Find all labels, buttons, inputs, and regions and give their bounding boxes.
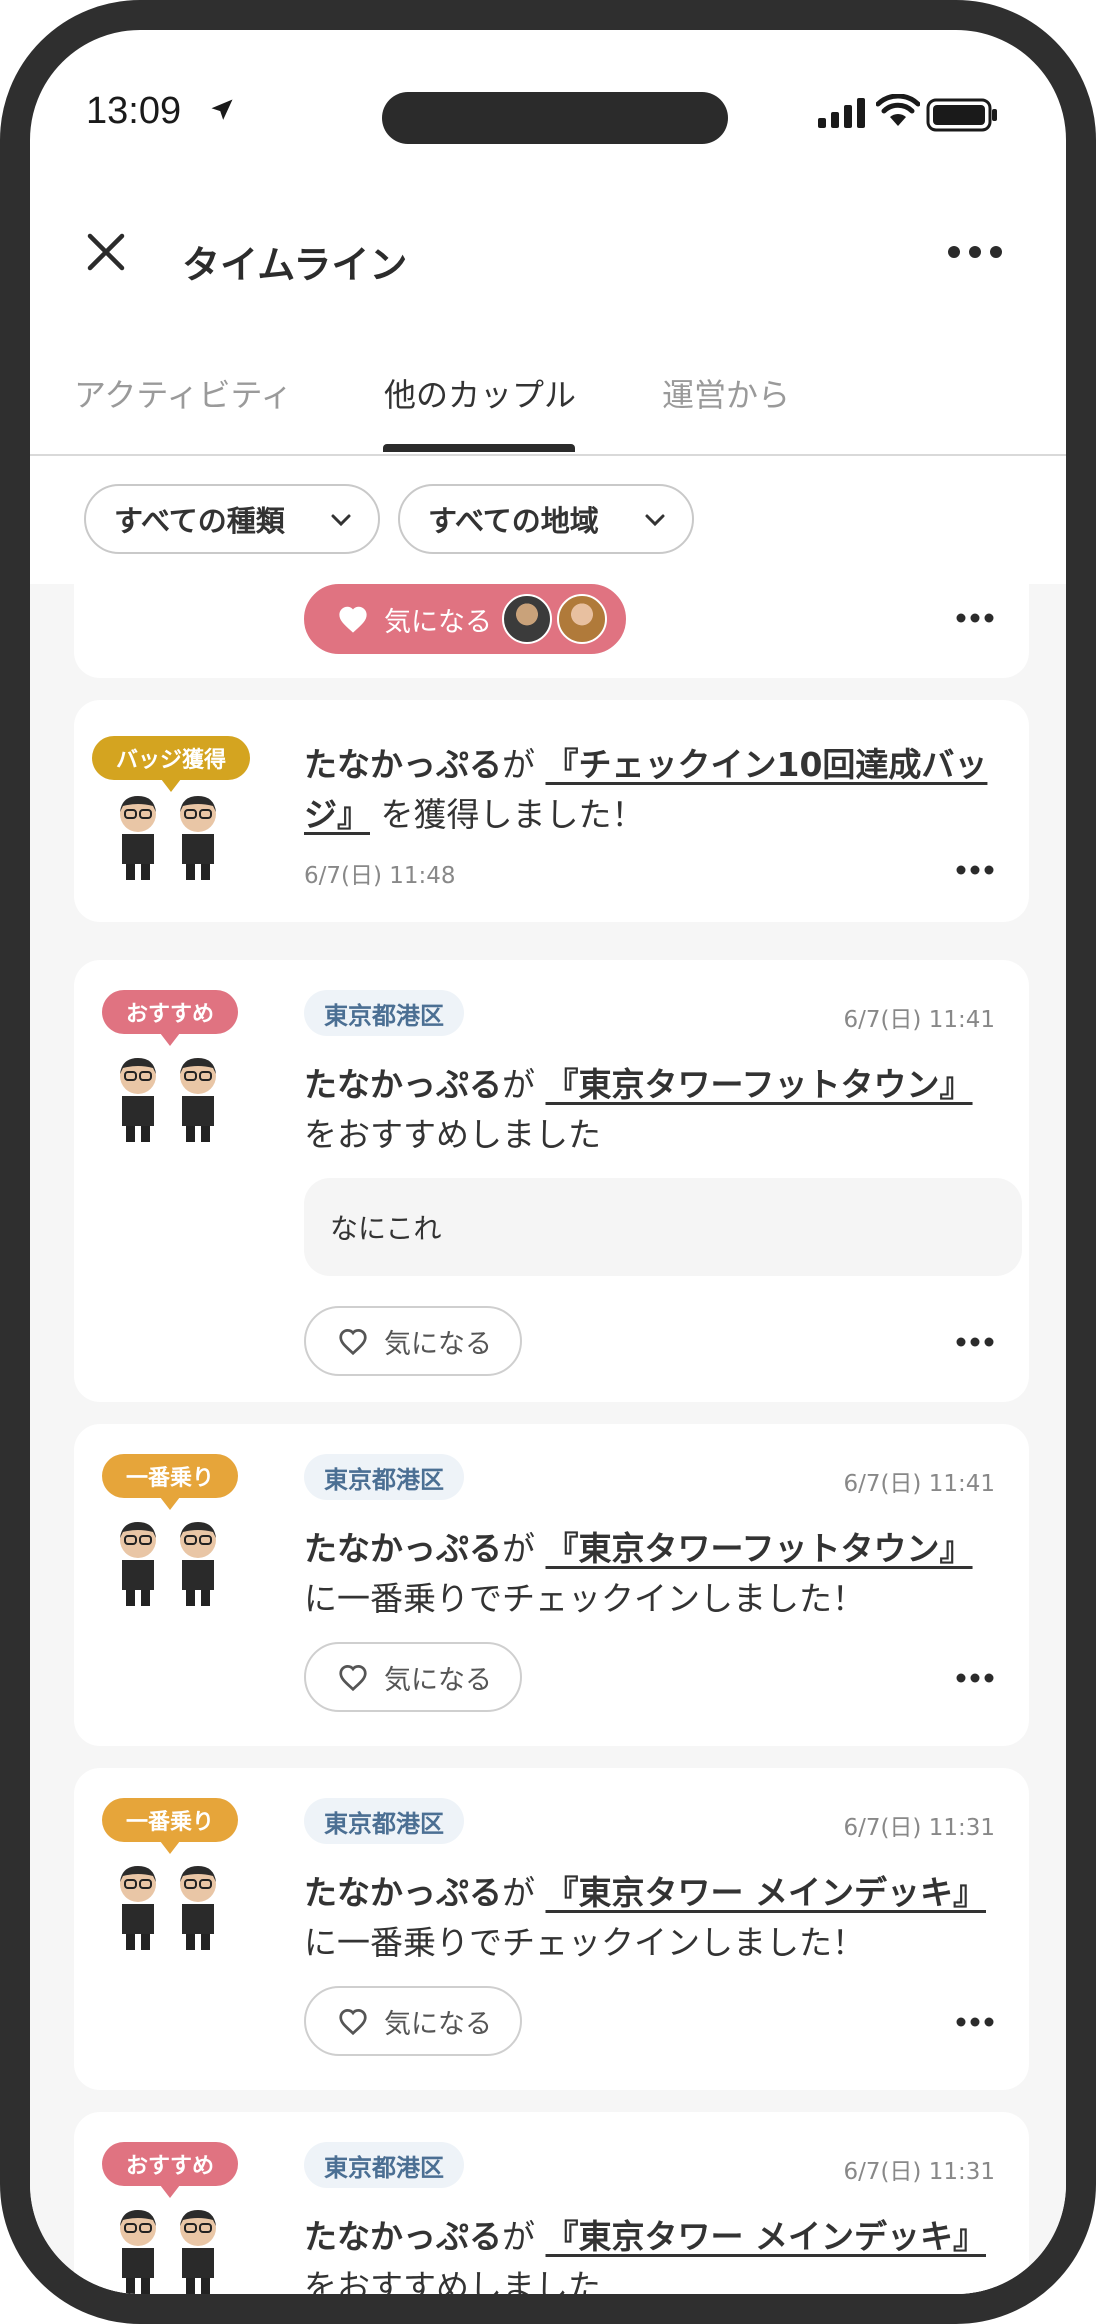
like-label: 気になる bbox=[384, 1328, 492, 1360]
activity-text-cont: ジ』 を獲得しました！ bbox=[304, 788, 645, 836]
activity-rest: をおすすめしました bbox=[304, 2267, 601, 2306]
activity-text: たなかっぷるが 『東京タワー メインデッキ』 bbox=[304, 2210, 986, 2258]
like-label: 気になる bbox=[384, 1664, 492, 1696]
recommend-comment: なにこれ bbox=[304, 1178, 1022, 1276]
like-label: 気になる bbox=[384, 2008, 492, 2040]
timeline-card: 一番乗り 東京都港区 6/7(日) 11:31 たなかっぷるが 『東京タワー メ… bbox=[74, 1768, 1029, 2090]
home-indicator[interactable] bbox=[426, 2294, 732, 2306]
region-tag[interactable]: 東京都港区 bbox=[304, 990, 464, 1036]
particle: が bbox=[502, 745, 535, 784]
battery-icon bbox=[926, 98, 998, 136]
heart-outline-icon bbox=[339, 1664, 367, 1692]
tab-indicator bbox=[383, 444, 575, 452]
like-button[interactable]: 気になる bbox=[304, 1642, 522, 1712]
status-time: 13:09 bbox=[86, 90, 182, 132]
spot-link[interactable]: 『東京タワー メインデッキ』 bbox=[546, 2217, 987, 2256]
badge-link[interactable]: ジ』 bbox=[304, 795, 370, 834]
tab-from-operations[interactable]: 運営から bbox=[662, 370, 790, 416]
timeline-card: バッジ獲得 たなかっぷるが 『チェックイン10回達成バッ ジ』 を獲得しました！… bbox=[74, 700, 1029, 922]
user-name: たなかっぷる bbox=[304, 2217, 502, 2256]
particle: が bbox=[502, 1873, 535, 1912]
like-label: 気になる bbox=[384, 606, 492, 638]
timeline-card: おすすめ 東京都港区 6/7(日) 11:41 たなかっぷるが 『東京タワーフッ… bbox=[74, 960, 1029, 1402]
first-checkin-tag: 一番乗り bbox=[102, 1454, 238, 1510]
couple-avatar bbox=[110, 2206, 230, 2294]
heart-outline-icon bbox=[339, 2008, 367, 2036]
particle: が bbox=[502, 1065, 535, 1104]
location-arrow-icon bbox=[208, 96, 236, 128]
particle: が bbox=[502, 2217, 535, 2256]
user-name: たなかっぷる bbox=[304, 1065, 502, 1104]
more-options-icon[interactable] bbox=[955, 2014, 995, 2033]
activity-date: 6/7(日) 11:41 bbox=[843, 1471, 995, 1497]
timeline-feed: 気になる バッジ獲得 たなかっぷるが 『チェックイン10回達成バッ ジ』 を獲得… bbox=[30, 584, 1066, 2306]
activity-date: 6/7(日) 11:48 bbox=[304, 863, 456, 889]
more-options-icon[interactable] bbox=[955, 610, 995, 629]
filter-type-dropdown[interactable]: すべての種類 bbox=[84, 484, 380, 554]
chevron-down-icon bbox=[645, 514, 665, 527]
activity-rest: を獲得しました！ bbox=[380, 795, 645, 834]
activity-rest: に一番乗りでチェックインしました！ bbox=[304, 1923, 865, 1962]
filter-bar: すべての種類 すべての地域 bbox=[30, 456, 1066, 584]
more-options-icon[interactable] bbox=[955, 1670, 995, 1689]
avatar bbox=[556, 594, 607, 644]
heart-filled-icon bbox=[339, 606, 367, 633]
signal-icon bbox=[818, 98, 870, 132]
tab-bar: アクティビティ 他のカップル 運営から bbox=[30, 330, 1066, 456]
first-checkin-tag: 一番乗り bbox=[102, 1798, 238, 1854]
user-name: たなかっぷる bbox=[304, 1529, 502, 1568]
wifi-icon bbox=[875, 93, 921, 132]
timeline-card: 気になる bbox=[74, 584, 1029, 678]
avatar bbox=[502, 594, 552, 644]
couple-avatar bbox=[110, 1054, 230, 1144]
timeline-card: 一番乗り 東京都港区 6/7(日) 11:41 たなかっぷるが 『東京タワーフッ… bbox=[74, 1424, 1029, 1746]
activity-date: 6/7(日) 11:31 bbox=[843, 1815, 995, 1841]
filter-region-dropdown[interactable]: すべての地域 bbox=[398, 484, 694, 554]
recommend-tag: おすすめ bbox=[102, 2142, 238, 2198]
activity-text: たなかっぷるが 『東京タワー メインデッキ』 bbox=[304, 1866, 986, 1914]
region-tag[interactable]: 東京都港区 bbox=[304, 2142, 464, 2188]
activity-text: たなかっぷるが 『チェックイン10回達成バッ bbox=[304, 738, 987, 786]
couple-avatar bbox=[110, 1518, 230, 1608]
spot-link[interactable]: 『東京タワーフットタウン』 bbox=[546, 1065, 973, 1104]
heart-outline-icon bbox=[339, 1328, 367, 1356]
close-icon[interactable] bbox=[84, 230, 128, 278]
filter-region-label: すべての地域 bbox=[428, 504, 599, 538]
activity-text: たなかっぷるが 『東京タワーフットタウン』 bbox=[304, 1058, 973, 1106]
user-name: たなかっぷる bbox=[304, 745, 502, 784]
timeline-card: おすすめ 東京都港区 6/7(日) 11:31 たなかっぷるが 『東京タワー メ… bbox=[74, 2112, 1029, 2306]
tab-other-couples[interactable]: 他のカップル bbox=[384, 370, 576, 416]
phone-frame: 13:09 タイムライン アクティビティ 他のカップル 運営から すべての種類 bbox=[0, 0, 1096, 2324]
filter-type-label: すべての種類 bbox=[114, 504, 285, 538]
more-options-icon[interactable] bbox=[955, 862, 995, 881]
more-options-icon[interactable] bbox=[946, 230, 1004, 278]
activity-rest: に一番乗りでチェックインしました！ bbox=[304, 1579, 865, 1618]
tab-activity[interactable]: アクティビティ bbox=[74, 370, 293, 416]
liker-avatars bbox=[502, 594, 607, 644]
like-button[interactable]: 気になる bbox=[304, 1986, 522, 2056]
activity-rest: をおすすめしました bbox=[304, 1115, 601, 1154]
dynamic-island bbox=[382, 92, 728, 144]
activity-date: 6/7(日) 11:31 bbox=[843, 2159, 995, 2185]
badge-link[interactable]: 『チェックイン10回達成バッ bbox=[546, 745, 988, 784]
like-button-active[interactable]: 気になる bbox=[304, 584, 626, 654]
region-tag[interactable]: 東京都港区 bbox=[304, 1454, 464, 1500]
activity-text: たなかっぷるが 『東京タワーフットタウン』 bbox=[304, 1522, 973, 1570]
spot-link[interactable]: 『東京タワーフットタウン』 bbox=[546, 1529, 973, 1568]
particle: が bbox=[502, 1529, 535, 1568]
spot-link[interactable]: 『東京タワー メインデッキ』 bbox=[546, 1873, 987, 1912]
couple-avatar bbox=[110, 792, 230, 882]
user-name: たなかっぷる bbox=[304, 1873, 502, 1912]
more-options-icon[interactable] bbox=[955, 1334, 995, 1353]
couple-avatar bbox=[110, 1862, 230, 1952]
recommend-tag: おすすめ bbox=[102, 990, 238, 1046]
region-tag[interactable]: 東京都港区 bbox=[304, 1798, 464, 1844]
badge-earned-tag: バッジ獲得 bbox=[92, 736, 250, 792]
activity-date: 6/7(日) 11:41 bbox=[843, 1007, 995, 1033]
like-button[interactable]: 気になる bbox=[304, 1306, 522, 1376]
chevron-down-icon bbox=[331, 514, 351, 527]
page-title: タイムライン bbox=[182, 243, 408, 287]
top-nav: タイムライン bbox=[30, 200, 1066, 310]
